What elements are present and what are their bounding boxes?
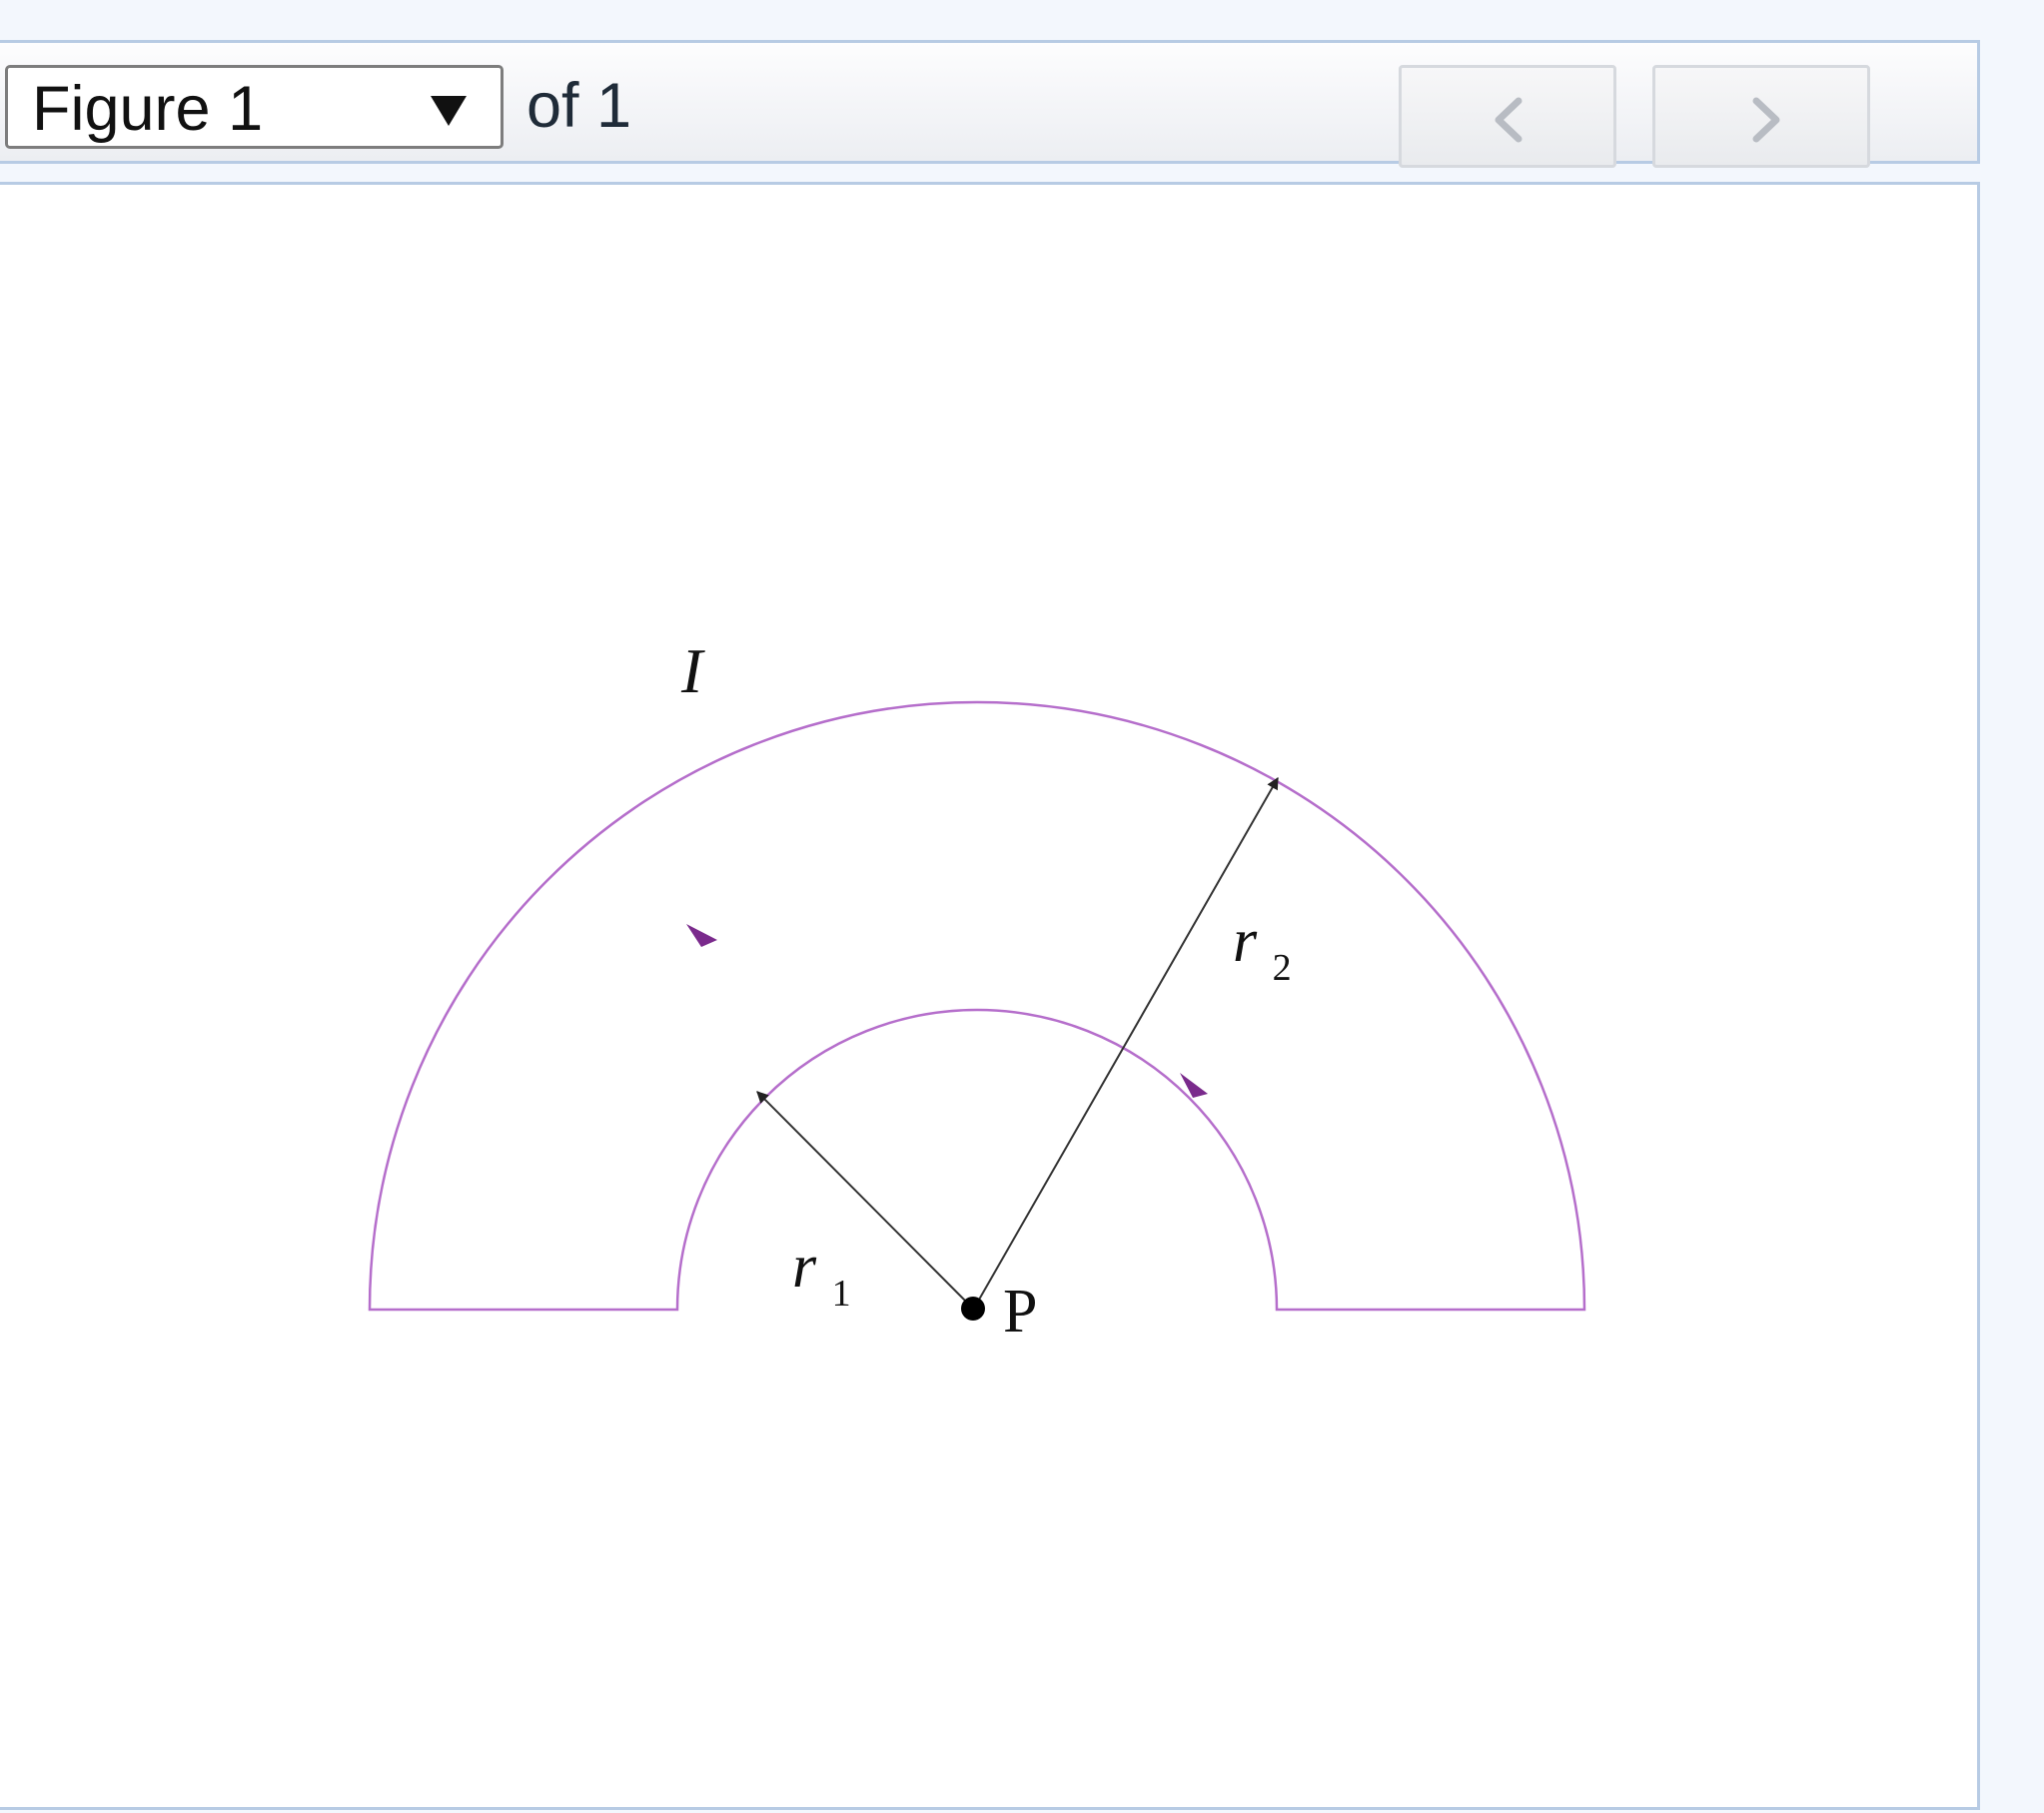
chevron-left-icon <box>1495 97 1523 143</box>
current-loop <box>368 700 1586 1312</box>
figure-count-label: of 1 <box>526 71 632 141</box>
dropdown-arrow-icon <box>431 96 467 126</box>
current-label: I <box>680 635 705 706</box>
previous-figure-button[interactable] <box>1399 65 1616 168</box>
semicircular-loop-diagram: I r 1 r 2 P <box>368 635 1586 1346</box>
chevron-right-icon <box>1752 97 1780 143</box>
next-figure-button[interactable] <box>1652 65 1870 168</box>
point-p-dot <box>961 1297 985 1321</box>
radius-r1-label: r 1 <box>792 1233 851 1315</box>
figure-select[interactable]: Figure 1 <box>5 65 504 149</box>
radius-r1-line <box>756 1091 974 1310</box>
figure-select-value: Figure 1 <box>32 74 264 144</box>
radius-r2-line <box>974 776 1279 1308</box>
figure-toolbar: Figure 1 of 1 <box>0 40 1980 168</box>
radius-r2-label: r 2 <box>1233 907 1292 989</box>
outer-current-arrow <box>686 924 717 947</box>
figure-panel: I r 1 r 2 P <box>0 182 1980 1810</box>
point-p-label: P <box>1003 1278 1037 1346</box>
